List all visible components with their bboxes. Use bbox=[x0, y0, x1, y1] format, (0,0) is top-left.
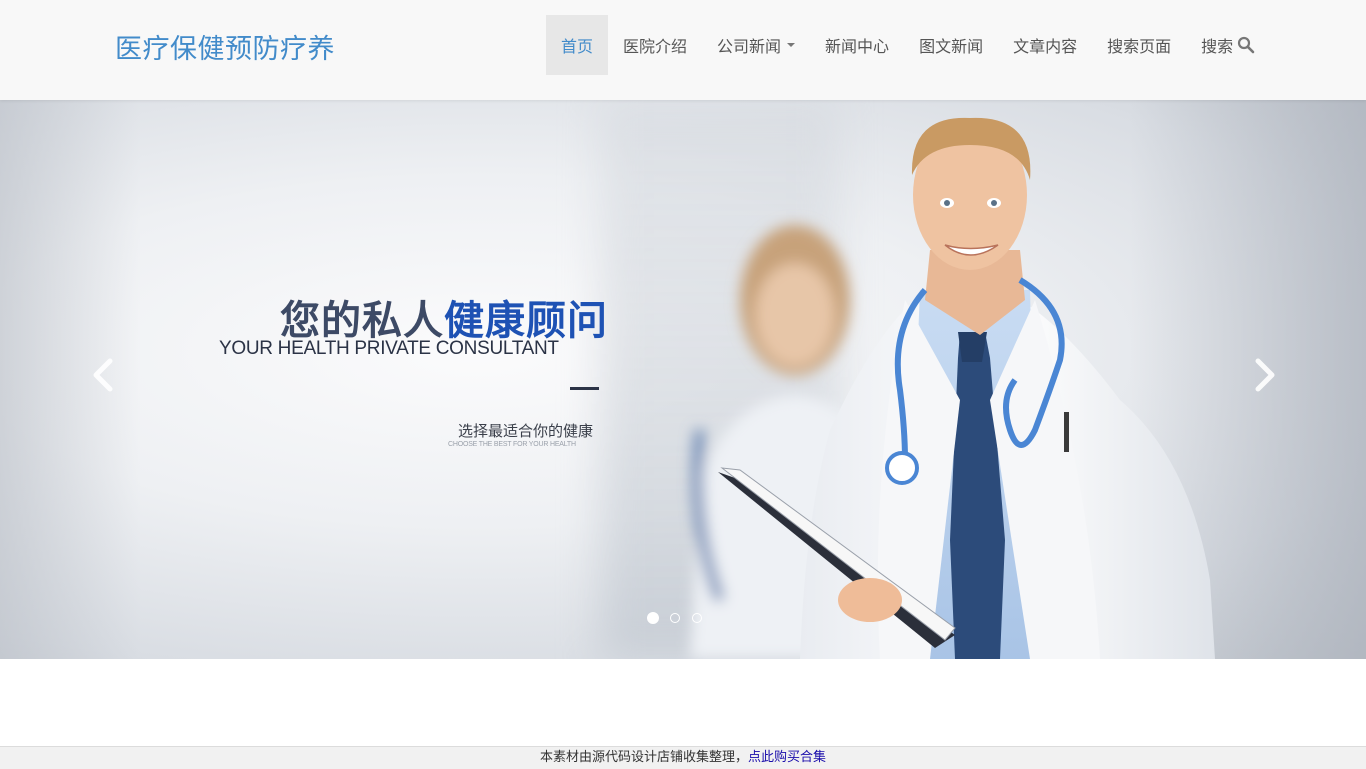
nav-item-search-page[interactable]: 搜索页面 bbox=[1092, 15, 1186, 75]
nav-item-home[interactable]: 首页 bbox=[546, 15, 609, 75]
carousel-indicators bbox=[647, 612, 714, 624]
hero-carousel: 您的私人健康顾问 YOUR HEALTH PRIVATE CONSULTANT … bbox=[0, 100, 1366, 659]
nav-item-articles[interactable]: 文章内容 bbox=[998, 15, 1092, 75]
nav-item-search[interactable]: 搜索 bbox=[1186, 15, 1270, 75]
footer-notice: 本素材由源代码设计店铺收集整理，点此购买合集 bbox=[0, 746, 1366, 769]
hero-subline: YOUR HEALTH PRIVATE CONSULTANT bbox=[219, 338, 559, 359]
carousel-indicator-3[interactable] bbox=[692, 613, 702, 623]
nurse-figure bbox=[690, 117, 1215, 659]
search-icon bbox=[1238, 36, 1255, 54]
hero-tagline-en: CHOOSE THE BEST FOR YOUR HEALTH bbox=[448, 441, 576, 448]
notice-link[interactable]: 点此购买合集 bbox=[748, 750, 826, 765]
nav-item-label: 搜索 bbox=[1201, 37, 1234, 56]
chevron-left-icon bbox=[93, 358, 113, 392]
divider bbox=[570, 387, 599, 390]
chevron-right-icon bbox=[1255, 358, 1275, 392]
nav-item-news-center[interactable]: 新闻中心 bbox=[810, 15, 904, 75]
carousel-next-button[interactable] bbox=[1250, 355, 1280, 395]
top-navbar: 医疗保健预防疗养 首页 医院介绍 公司新闻 新闻中心 图文新闻 文章内容 搜索页… bbox=[0, 0, 1366, 100]
nav-item-photo-news[interactable]: 图文新闻 bbox=[904, 15, 998, 75]
nav-item-hospital[interactable]: 医院介绍 bbox=[608, 15, 702, 75]
hero-tagline: 选择最适合你的健康 bbox=[458, 422, 594, 440]
main-nav: 首页 医院介绍 公司新闻 新闻中心 图文新闻 文章内容 搜索页面 搜索 bbox=[546, 15, 1270, 75]
caret-down-icon bbox=[787, 43, 796, 47]
nav-item-company-news[interactable]: 公司新闻 bbox=[702, 15, 810, 75]
site-title[interactable]: 医疗保健预防疗养 bbox=[115, 27, 335, 66]
carousel-indicator-1[interactable] bbox=[647, 612, 659, 624]
carousel-prev-button[interactable] bbox=[88, 355, 118, 395]
notice-text: 本素材由源代码设计店铺收集整理， bbox=[539, 750, 748, 765]
carousel-indicator-2[interactable] bbox=[670, 613, 680, 623]
nav-item-label: 公司新闻 bbox=[717, 37, 782, 56]
